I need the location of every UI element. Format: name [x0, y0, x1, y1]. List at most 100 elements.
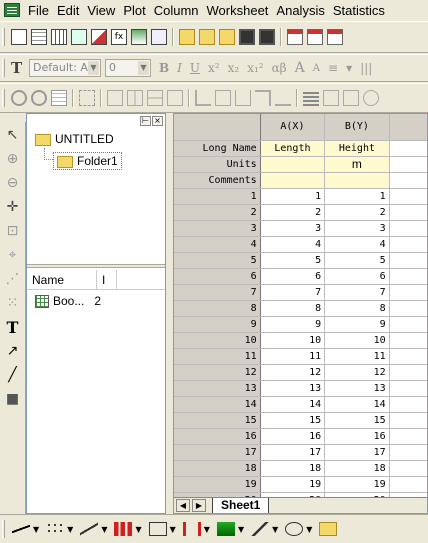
cell-b[interactable]: 8 — [324, 300, 390, 317]
cell-a[interactable]: 5 — [260, 252, 326, 269]
cell-a[interactable]: 4 — [260, 236, 326, 253]
cell-a[interactable]: 9 — [260, 316, 326, 333]
project-explorer-splitter[interactable] — [27, 264, 165, 268]
row-number[interactable]: 3 — [174, 220, 261, 237]
chevron-down-icon[interactable]: ▼ — [346, 64, 352, 73]
toolbar-grip[interactable] — [2, 89, 5, 107]
table-row[interactable]: 666 — [174, 268, 427, 285]
subscript-button[interactable]: x₂ — [228, 61, 240, 75]
cell-b[interactable]: 2 — [324, 204, 390, 221]
pointer-icon[interactable]: ↖ — [2, 124, 24, 146]
units-cell-a[interactable] — [260, 156, 326, 173]
import-wizard-icon[interactable] — [327, 29, 343, 45]
menu-file[interactable]: File — [26, 3, 55, 18]
cell-a[interactable]: 14 — [260, 396, 326, 413]
menu-edit[interactable]: Edit — [55, 3, 85, 18]
sheet-tab[interactable]: Sheet1 — [212, 497, 270, 513]
cell-b[interactable]: 1 — [324, 188, 390, 205]
pie-plot-icon[interactable] — [285, 522, 304, 536]
pin-icon[interactable]: ⊢ — [140, 116, 151, 126]
text-tool-icon[interactable]: T — [11, 60, 27, 76]
cell-a[interactable]: 8 — [260, 300, 326, 317]
chevron-down-icon[interactable]: ▼ — [272, 525, 278, 534]
row-number[interactable]: 12 — [174, 364, 261, 381]
cell-b[interactable]: 5 — [324, 252, 390, 269]
row-number[interactable]: 9 — [174, 316, 261, 333]
cell-b[interactable]: 18 — [324, 460, 390, 477]
align-icon[interactable]: ≡ — [328, 61, 338, 75]
row-number[interactable]: 13 — [174, 380, 261, 397]
long-name-cell-b[interactable]: Height — [324, 140, 390, 157]
column-header-b[interactable]: B(Y) — [324, 114, 390, 141]
axis-bottom-icon[interactable] — [275, 90, 291, 106]
contour-plot-icon[interactable] — [216, 522, 235, 536]
row-number[interactable]: 11 — [174, 348, 261, 365]
cell-a[interactable]: 6 — [260, 268, 326, 285]
table-row[interactable]: 14 14 14 — [174, 396, 427, 413]
chevron-down-icon[interactable]: ▼ — [88, 61, 99, 75]
row-number[interactable]: 1 — [174, 188, 261, 205]
menu-statistics[interactable]: Statistics — [331, 3, 391, 18]
cell-a[interactable]: 10 — [260, 332, 326, 349]
layer-icon[interactable] — [107, 90, 123, 106]
mask-icon[interactable]: ⁙ — [2, 292, 24, 314]
table-row[interactable]: 19 19 19 — [174, 476, 427, 493]
arrow-icon[interactable]: ↗ — [2, 340, 24, 362]
cell-a[interactable]: 13 — [260, 380, 326, 397]
chevron-down-icon[interactable]: ▼ — [306, 525, 312, 534]
layer-grid-icon[interactable] — [127, 90, 143, 106]
new-function-icon[interactable]: fx — [111, 29, 127, 45]
text-tool-icon[interactable]: T — [2, 316, 24, 338]
cell-b[interactable]: 4 — [324, 236, 390, 253]
table-row[interactable]: 12 12 12 — [174, 364, 427, 381]
cell-b[interactable]: 19 — [324, 476, 390, 493]
new-notes-icon[interactable] — [151, 29, 167, 45]
axis-u-icon[interactable] — [235, 90, 251, 106]
properties-icon[interactable] — [323, 90, 339, 106]
cell-a[interactable]: 2 — [260, 204, 326, 221]
table-row[interactable]: 444 — [174, 236, 427, 253]
row-number[interactable]: 8 — [174, 300, 261, 317]
line-icon[interactable]: ╱ — [2, 364, 24, 386]
toolbar-grip[interactable] — [2, 520, 5, 538]
cell-b[interactable]: 10 — [324, 332, 390, 349]
new-layout-icon[interactable] — [131, 29, 147, 45]
new-graph-icon[interactable] — [91, 29, 107, 45]
list-item[interactable]: Boo... 2 — [35, 294, 101, 308]
row-number[interactable]: 18 — [174, 460, 261, 477]
cell-b[interactable]: 14 — [324, 396, 390, 413]
scatter-plot-icon[interactable] — [46, 522, 65, 536]
line-style-icon[interactable]: ||| — [360, 61, 372, 75]
cell-b[interactable]: 17 — [324, 444, 390, 461]
cell-a[interactable]: 16 — [260, 428, 326, 445]
data-selector-icon[interactable] — [79, 90, 95, 106]
cell-b[interactable]: 6 — [324, 268, 390, 285]
statistics-plot-icon[interactable] — [148, 522, 167, 536]
greek-button[interactable]: αβ — [272, 61, 287, 75]
comments-cell-a[interactable] — [260, 172, 326, 189]
decrease-font-button[interactable]: A — [313, 63, 320, 74]
chevron-down-icon[interactable]: ▼ — [238, 525, 244, 534]
supersubscript-button[interactable]: x₁² — [247, 61, 263, 75]
italic-button[interactable]: I — [177, 61, 182, 75]
increase-font-button[interactable]: A — [295, 60, 305, 76]
chevron-down-icon[interactable]: ▼ — [135, 525, 141, 534]
cell-a[interactable]: 1 — [260, 188, 326, 205]
table-row[interactable]: 11 11 11 — [174, 348, 427, 365]
underline-button[interactable]: U — [190, 61, 200, 75]
toolbar-grip[interactable] — [2, 59, 5, 77]
box-plot-icon[interactable] — [182, 522, 201, 536]
chevron-down-icon[interactable]: ▼ — [67, 525, 73, 534]
font-size-combo[interactable]: 0 ▼ — [105, 59, 151, 77]
cell-b[interactable]: 7 — [324, 284, 390, 301]
chevron-down-icon[interactable]: ▼ — [33, 525, 39, 534]
table-row[interactable]: 17 17 17 — [174, 444, 427, 461]
open-excel-icon[interactable] — [219, 29, 235, 45]
row-number[interactable]: 19 — [174, 476, 261, 493]
row-number[interactable]: 14 — [174, 396, 261, 413]
axis-box-icon[interactable] — [215, 90, 231, 106]
vector-plot-icon[interactable] — [251, 522, 270, 536]
rectangle-icon[interactable]: ■ — [2, 388, 24, 410]
row-label-long-name[interactable]: Long Name — [174, 140, 261, 157]
new-matrix-icon[interactable] — [51, 29, 67, 45]
